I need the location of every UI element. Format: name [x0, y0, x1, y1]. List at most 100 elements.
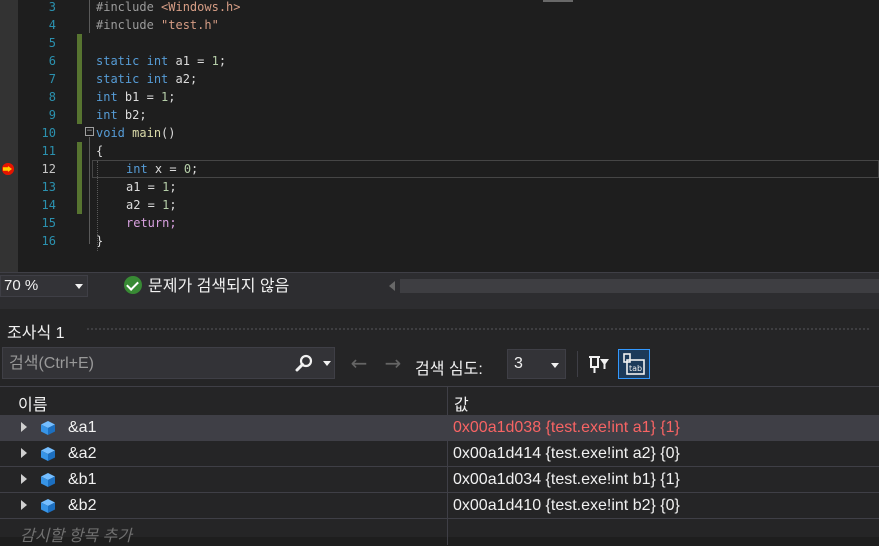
- code-line: 9 int b2;: [0, 106, 879, 124]
- column-separator: [447, 441, 448, 467]
- line-number: 6: [48, 54, 56, 68]
- column-separator[interactable]: [447, 387, 448, 415]
- tab-view-icon: tab: [623, 353, 645, 375]
- change-marker: [77, 70, 82, 88]
- variable-icon: [41, 421, 55, 435]
- code-text[interactable]: #include "test.h": [96, 16, 219, 34]
- scroll-left-icon[interactable]: [389, 281, 395, 291]
- code-text[interactable]: void main(): [96, 124, 176, 142]
- search-depth-value: 3: [514, 355, 523, 372]
- issues-text: 문제가 검색되지 않음: [148, 278, 290, 295]
- pin-filter-icon[interactable]: [588, 353, 610, 375]
- change-marker: [77, 52, 82, 70]
- watch-value: 0x00a1d414 {test.exe!int a2} {0}: [453, 445, 680, 462]
- change-marker: [77, 178, 82, 196]
- line-number: 14: [41, 198, 56, 212]
- table-row[interactable]: &a1 0x00a1d038 {test.exe!int a1} {1}: [0, 415, 879, 441]
- code-line: 4 #include "test.h": [0, 16, 879, 34]
- column-header-value[interactable]: 값: [454, 391, 469, 415]
- panel-title: 조사식 1: [7, 325, 65, 342]
- collapse-icon[interactable]: −: [85, 127, 94, 136]
- add-watch-placeholder[interactable]: 감시할 항목 추가: [20, 522, 132, 546]
- forward-arrow-icon[interactable]: →: [382, 353, 404, 373]
- change-marker: [77, 34, 82, 52]
- panel-splitter[interactable]: [0, 301, 879, 309]
- svg-text:tab: tab: [629, 364, 642, 373]
- variable-icon: [41, 473, 55, 487]
- zoom-dropdown[interactable]: 70 %: [0, 275, 88, 297]
- code-text[interactable]: a2 = 1;: [126, 196, 177, 214]
- watch-name: &b1: [68, 471, 97, 488]
- title-grip[interactable]: [86, 327, 871, 332]
- column-separator: [447, 519, 448, 545]
- code-line: 11 {: [0, 142, 879, 160]
- expand-arrow-icon[interactable]: [21, 474, 27, 484]
- back-arrow-icon[interactable]: ←: [348, 353, 370, 373]
- search-depth-label: 검색 심도:: [415, 361, 483, 378]
- line-number: 13: [41, 180, 56, 194]
- change-marker: [77, 160, 82, 178]
- chevron-down-icon[interactable]: [323, 361, 331, 366]
- expand-arrow-icon[interactable]: [21, 448, 27, 458]
- search-input[interactable]: [3, 348, 291, 380]
- add-watch-row[interactable]: 감시할 항목 추가: [0, 519, 879, 545]
- watch-value: 0x00a1d410 {test.exe!int b2} {0}: [453, 497, 680, 514]
- issues-indicator[interactable]: 문제가 검색되지 않음: [124, 276, 289, 298]
- code-text[interactable]: static int a1 = 1;: [96, 52, 226, 70]
- grid-header: 이름 값: [0, 386, 879, 416]
- line-number: 12: [41, 162, 56, 176]
- search-box[interactable]: [2, 347, 335, 380]
- code-text[interactable]: a1 = 1;: [126, 178, 177, 196]
- line-number: 15: [41, 216, 56, 230]
- search-icon[interactable]: [295, 354, 313, 372]
- code-text[interactable]: {: [96, 142, 103, 160]
- watch-name: &a1: [68, 419, 97, 436]
- horizontal-scrollbar[interactable]: [400, 279, 879, 293]
- table-row[interactable]: &b1 0x00a1d034 {test.exe!int b1} {1}: [0, 467, 879, 493]
- chevron-down-icon: [75, 284, 83, 289]
- code-line: 3 #include <Windows.h>: [0, 0, 879, 16]
- watch-name: &b2: [68, 497, 97, 514]
- line-number: 11: [41, 144, 56, 158]
- search-depth-select[interactable]: 3: [507, 349, 566, 379]
- code-line: 13 a1 = 1;: [0, 178, 879, 196]
- watch-name: &a2: [68, 445, 97, 462]
- line-number: 16: [41, 234, 56, 248]
- column-header-name[interactable]: 이름: [18, 391, 47, 415]
- watch-window: 조사식 1 ← → 검색 심도: 3 tab 이름 값: [0, 309, 879, 545]
- chevron-down-icon: [551, 363, 559, 368]
- column-separator: [447, 467, 448, 493]
- table-row[interactable]: &b2 0x00a1d410 {test.exe!int b2} {0}: [0, 493, 879, 519]
- variable-icon: [41, 447, 55, 461]
- code-line: 10 void main(): [0, 124, 879, 142]
- column-separator: [447, 493, 448, 519]
- indent-guide: [97, 161, 98, 251]
- view-format-toggle[interactable]: tab: [618, 349, 650, 379]
- editor-status-bar: 70 % 문제가 검색되지 않음: [0, 272, 879, 301]
- code-text[interactable]: static int a2;: [96, 70, 197, 88]
- code-line: 8 int b1 = 1;: [0, 88, 879, 106]
- code-text[interactable]: int b2;: [96, 106, 147, 124]
- table-row[interactable]: &a2 0x00a1d414 {test.exe!int a2} {0}: [0, 441, 879, 467]
- change-marker: [77, 106, 82, 124]
- change-marker: [77, 196, 82, 214]
- current-line-highlight: [92, 160, 879, 178]
- code-text[interactable]: return;: [126, 214, 177, 232]
- code-editor[interactable]: 3 #include <Windows.h> 4 #include "test.…: [0, 0, 879, 272]
- line-number: 3: [48, 0, 56, 14]
- variable-icon: [41, 499, 55, 513]
- line-number: 4: [48, 18, 56, 32]
- code-text[interactable]: #include <Windows.h>: [96, 0, 241, 16]
- code-line: 15 return;: [0, 214, 879, 232]
- line-number: 10: [41, 126, 56, 140]
- toolbar-separator: [577, 351, 578, 377]
- line-number: 8: [48, 90, 56, 104]
- expand-arrow-icon[interactable]: [21, 422, 27, 432]
- line-number: 5: [48, 36, 56, 50]
- change-marker: [77, 142, 82, 160]
- code-line: 5: [0, 34, 879, 52]
- expand-arrow-icon[interactable]: [21, 500, 27, 510]
- code-text[interactable]: int b1 = 1;: [96, 88, 176, 106]
- zoom-value: 70 %: [4, 277, 39, 294]
- column-separator: [447, 415, 448, 441]
